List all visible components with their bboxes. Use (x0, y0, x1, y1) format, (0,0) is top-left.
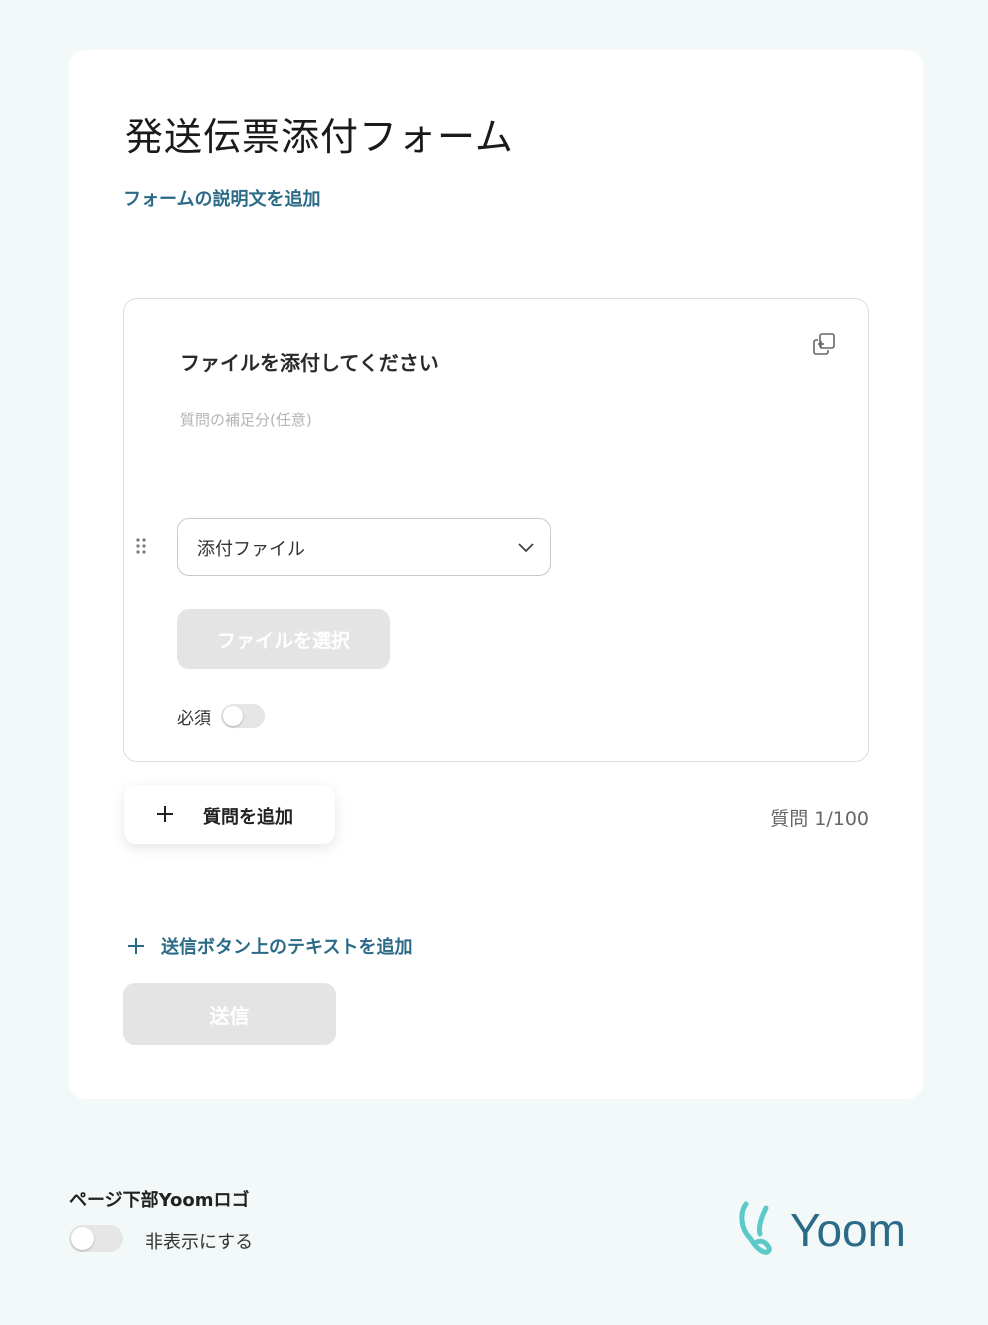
footer-logo-label: ページ下部Yoomロゴ (69, 1190, 250, 1211)
toggle-knob (223, 706, 243, 726)
add-question-label: 質問を追加 (203, 807, 293, 828)
required-toggle[interactable] (221, 704, 265, 728)
yoom-logo: Yoom (739, 1201, 906, 1256)
question-title[interactable]: ファイルを添付してください (180, 347, 439, 376)
form-editor-card: 発送伝票添付フォーム フォームの説明文を追加 ファイルを添付してください 質問の… (69, 50, 923, 1099)
form-title[interactable]: 発送伝票添付フォーム (125, 106, 514, 161)
question-card[interactable]: ファイルを添付してください 質問の補足分(任意) 添付ファイル ファイルを選択 … (123, 298, 869, 762)
add-question-button[interactable]: 質問を追加 (124, 785, 335, 844)
question-type-select[interactable]: 添付ファイル (177, 518, 551, 576)
question-subtitle-placeholder[interactable]: 質問の補足分(任意) (180, 409, 312, 430)
add-submit-text-label: 送信ボタン上のテキストを追加 (161, 937, 413, 958)
required-label: 必須 (177, 709, 211, 729)
hide-logo-toggle[interactable] (69, 1225, 123, 1252)
hide-logo-label: 非表示にする (145, 1232, 254, 1253)
logo-text: Yoom (790, 1204, 906, 1256)
submit-button[interactable]: 送信 (123, 983, 336, 1045)
plus-icon (157, 806, 173, 822)
duplicate-icon[interactable] (812, 332, 836, 356)
add-description-link[interactable]: フォームの説明文を追加 (123, 185, 320, 211)
question-type-value: 添付ファイル (197, 539, 305, 560)
plus-icon (128, 938, 144, 954)
drag-handle-icon[interactable] (135, 537, 147, 555)
add-submit-text-link[interactable]: 送信ボタン上のテキストを追加 (127, 933, 412, 959)
toggle-knob (71, 1227, 94, 1250)
chevron-down-icon (518, 543, 534, 553)
choose-file-button[interactable]: ファイルを選択 (177, 609, 390, 669)
question-count: 質問 1/100 (770, 808, 869, 830)
